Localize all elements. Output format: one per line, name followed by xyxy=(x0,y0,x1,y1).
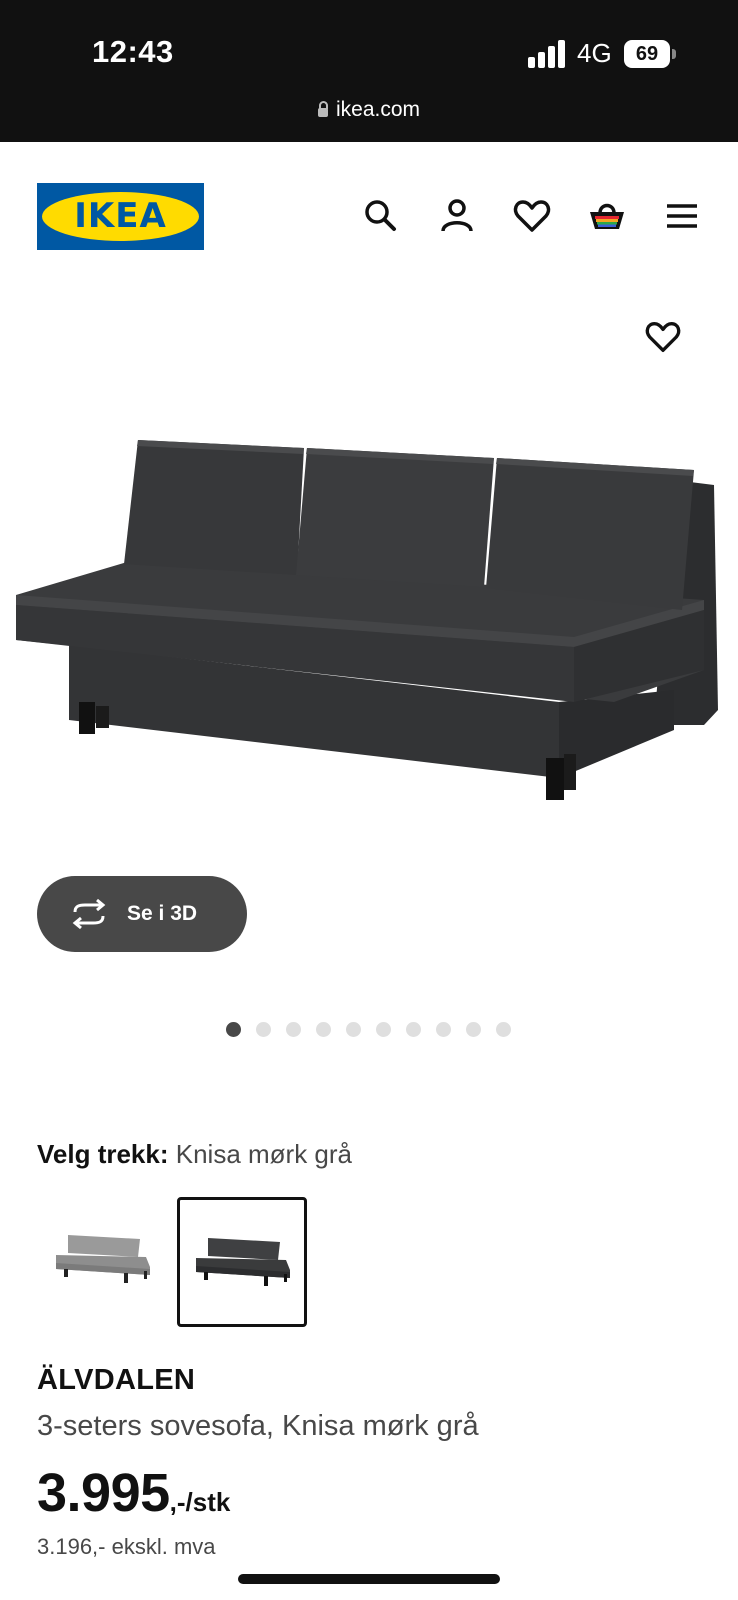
lock-icon xyxy=(317,101,328,117)
view-in-3d-button[interactable]: Se i 3D xyxy=(37,876,247,952)
add-to-favourites-icon[interactable] xyxy=(644,318,682,356)
address-bar[interactable]: ikea.com xyxy=(0,98,738,122)
battery-icon: 69 xyxy=(624,40,670,68)
network-type: 4G xyxy=(577,38,612,68)
price-suffix: ,-/stk xyxy=(169,1487,231,1517)
pagination-dot[interactable] xyxy=(316,1022,331,1037)
status-time: 12:43 xyxy=(92,34,174,69)
menu-icon[interactable] xyxy=(662,196,702,236)
pagination-dot[interactable] xyxy=(436,1022,451,1037)
favourites-icon[interactable] xyxy=(512,196,552,236)
variant-swatch-dark-grey[interactable] xyxy=(177,1197,307,1327)
cover-selected-value: Knisa mørk grå xyxy=(175,1139,353,1169)
url-text: ikea.com xyxy=(335,98,421,121)
pagination-dot[interactable] xyxy=(376,1022,391,1037)
product-price: 3.995,-/stk xyxy=(37,1462,230,1524)
cover-selector-label: Velg trekk: Knisa mørk grå xyxy=(37,1139,352,1170)
pagination-dot[interactable] xyxy=(496,1022,511,1037)
pagination-dot[interactable] xyxy=(406,1022,421,1037)
price-ex-vat: 3.196,- ekskl. mva xyxy=(37,1534,216,1559)
cart-icon[interactable] xyxy=(587,196,627,236)
pagination-dot[interactable] xyxy=(256,1022,271,1037)
ikea-logo[interactable]: IKEA xyxy=(37,183,204,250)
logo-text: IKEA xyxy=(42,192,199,241)
pagination-dot[interactable] xyxy=(346,1022,361,1037)
price-main: 3.995 xyxy=(37,1463,170,1523)
pagination-dot[interactable] xyxy=(286,1022,301,1037)
product-image[interactable] xyxy=(14,440,726,820)
product-name: ÄLVDALEN xyxy=(37,1364,196,1396)
search-icon[interactable] xyxy=(361,196,401,236)
battery-tip xyxy=(672,49,676,59)
account-icon[interactable] xyxy=(437,196,477,236)
signal-icon xyxy=(528,40,568,68)
status-bar: 12:43 4G 69 ikea.com xyxy=(0,0,738,142)
pagination-dot[interactable] xyxy=(466,1022,481,1037)
cover-label: Velg trekk: xyxy=(37,1139,169,1169)
product-description: 3-seters sovesofa, Knisa mørk grå xyxy=(37,1410,479,1442)
home-indicator[interactable] xyxy=(238,1574,500,1584)
rotate-3d-icon xyxy=(69,898,109,930)
variant-swatch-light-grey[interactable] xyxy=(40,1197,170,1327)
pagination-dot[interactable] xyxy=(226,1022,241,1037)
view-in-3d-label: Se i 3D xyxy=(127,902,198,925)
